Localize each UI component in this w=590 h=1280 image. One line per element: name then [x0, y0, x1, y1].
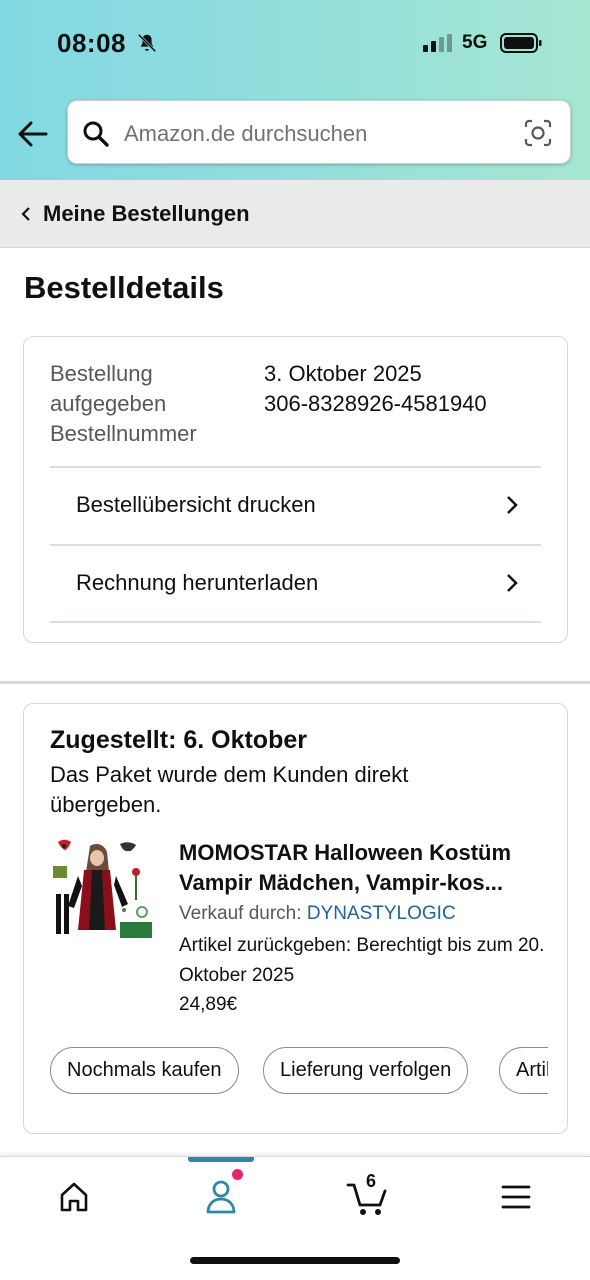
order-number-label: Bestellnummer	[50, 421, 197, 446]
notification-dot	[232, 1169, 243, 1180]
order-meta-values: 3. Oktober 2025 306-8328926-4581940	[264, 359, 487, 419]
hamburger-menu-icon	[501, 1185, 531, 1209]
tab-home[interactable]	[44, 1175, 104, 1219]
product-thumbnail[interactable]	[50, 836, 158, 944]
section-separator	[0, 681, 590, 684]
search-input[interactable]: Amazon.de durchsuchen	[124, 121, 367, 147]
order-number-value: 306-8328926-4581940	[264, 391, 487, 416]
print-summary-link[interactable]: Bestellübersicht drucken	[50, 468, 541, 544]
return-item-button[interactable]: Artikel zurückgeben	[499, 1047, 548, 1094]
cart-count-badge: 6	[366, 1171, 377, 1191]
clock: 08:08	[57, 28, 126, 58]
home-icon	[60, 1182, 88, 1212]
camera-scan-icon[interactable]	[524, 119, 552, 147]
product-title-link[interactable]: MOMOSTAR Halloween Kostüm Vampir Mädchen…	[179, 838, 549, 898]
active-tab-indicator	[188, 1157, 254, 1162]
order-info-card: Bestellung aufgegeben Bestellnummer 3. O…	[23, 336, 568, 643]
battery-icon	[500, 33, 542, 53]
seller-line: Verkauf durch: DYNASTYLOGIC	[179, 903, 456, 925]
delivery-status: Zugestellt: 6. Oktober	[50, 726, 307, 754]
divider	[50, 621, 541, 623]
order-placed-label: Bestellung aufgegeben	[50, 361, 167, 416]
return-eligibility: Artikel zurückgeben: Berechtigt bis zum …	[179, 935, 545, 986]
tab-account[interactable]	[191, 1175, 251, 1219]
download-invoice-link[interactable]: Rechnung herunterladen	[50, 546, 541, 622]
search-icon	[83, 121, 109, 147]
product-price: 24,89€	[179, 994, 238, 1015]
track-package-button[interactable]: Lieferung verfolgen	[263, 1047, 469, 1094]
bell-muted-icon	[137, 33, 157, 53]
breadcrumb-label[interactable]: Meine Bestellungen	[43, 201, 250, 227]
search-bar[interactable]: Amazon.de durchsuchen	[67, 100, 571, 164]
chevron-right-icon	[507, 496, 518, 514]
seller-link[interactable]: DYNASTYLOGIC	[307, 903, 456, 924]
seller-prefix: Verkauf durch:	[179, 903, 302, 924]
back-arrow-icon[interactable]	[16, 117, 50, 151]
page-title: Bestelldetails	[24, 270, 224, 305]
order-meta-labels: Bestellung aufgegeben Bestellnummer	[50, 359, 250, 449]
home-indicator	[190, 1257, 400, 1264]
buy-again-button[interactable]: Nochmals kaufen	[50, 1047, 239, 1094]
delivery-detail: Das Paket wurde dem Kunden direkt überge…	[50, 762, 409, 817]
print-summary-label: Bestellübersicht drucken	[76, 492, 316, 517]
action-buttons-row[interactable]: Nochmals kaufen Lieferung verfolgen Arti…	[24, 1044, 548, 1104]
chevron-left-icon	[21, 207, 30, 221]
network-label: 5G	[462, 32, 488, 53]
breadcrumb[interactable]: Meine Bestellungen	[0, 180, 590, 248]
status-bar: 08:08 5G	[0, 26, 590, 62]
chevron-right-icon	[507, 574, 518, 592]
order-placed-value: 3. Oktober 2025	[264, 361, 422, 386]
shipment-card: Zugestellt: 6. Oktober Das Paket wurde d…	[23, 703, 568, 1134]
signal-icon	[423, 34, 452, 52]
download-invoice-label: Rechnung herunterladen	[76, 570, 319, 595]
tab-menu[interactable]	[486, 1175, 546, 1219]
person-icon	[206, 1180, 236, 1214]
